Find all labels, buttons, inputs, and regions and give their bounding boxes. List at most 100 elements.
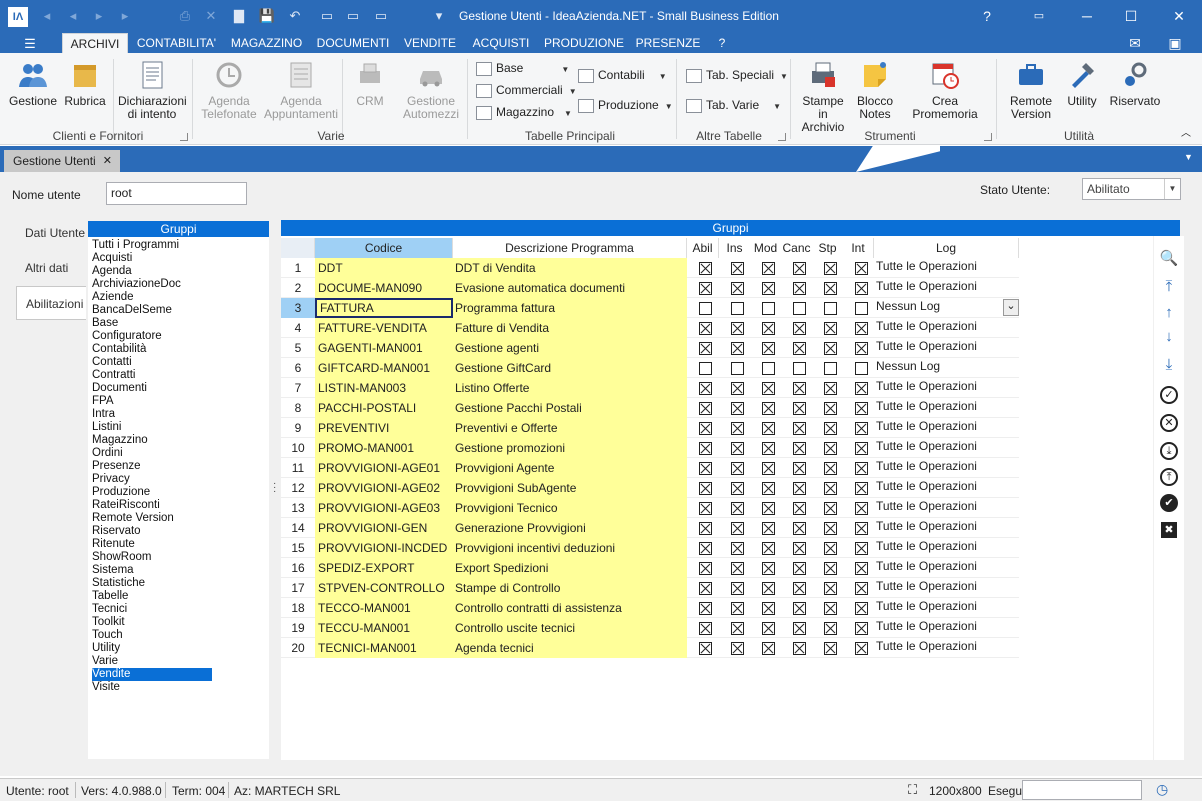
permission-checkbox[interactable] <box>793 282 806 295</box>
log-cell[interactable]: Tutte le Operazioni <box>874 558 1019 578</box>
permission-checkbox[interactable] <box>731 642 744 655</box>
column-header-stp[interactable]: Stp <box>812 238 844 258</box>
permission-checkbox[interactable] <box>762 422 775 435</box>
tab-contabilita[interactable]: CONTABILITA' <box>133 33 220 53</box>
crm-button[interactable]: CRM <box>350 59 390 108</box>
table-row[interactable]: 4 FATTURE-VENDITA Fatture di Vendita Tutte … <box>281 318 1019 338</box>
permission-checkbox[interactable] <box>731 462 744 475</box>
permission-checkbox[interactable] <box>762 542 775 555</box>
group-list-item[interactable]: Toolkit <box>92 616 125 629</box>
tab-documenti[interactable]: DOCUMENTI <box>313 33 393 53</box>
log-cell[interactable]: Tutte le Operazioni <box>874 538 1019 558</box>
blocco-notes-button[interactable]: Blocco Notes <box>854 59 896 121</box>
permission-checkbox[interactable] <box>762 322 775 335</box>
tab-archivi[interactable]: ARCHIVI <box>62 33 128 53</box>
permission-checkbox[interactable] <box>731 522 744 535</box>
permission-checkbox[interactable] <box>699 302 712 315</box>
permission-checkbox[interactable] <box>855 522 868 535</box>
permission-checkbox[interactable] <box>855 302 868 315</box>
permission-checkbox[interactable] <box>731 602 744 615</box>
table-row[interactable]: 8 PACCHI-POSTALI Gestione Pacchi Postali Tu… <box>281 398 1019 418</box>
permission-checkbox[interactable] <box>855 362 868 375</box>
permission-checkbox[interactable] <box>762 622 775 635</box>
codice-cell[interactable]: GIFTCARD-MAN001 <box>315 358 453 378</box>
group-list-item[interactable]: Produzione <box>92 486 150 499</box>
permission-checkbox[interactable] <box>762 602 775 615</box>
search-icon[interactable]: 🔍 <box>1154 248 1184 270</box>
log-cell[interactable]: Tutte le Operazioni <box>874 578 1019 598</box>
permission-checkbox[interactable] <box>731 442 744 455</box>
permission-checkbox[interactable] <box>731 422 744 435</box>
permission-checkbox[interactable] <box>731 622 744 635</box>
group-list-item[interactable]: Sistema <box>92 564 134 577</box>
table-row[interactable]: 15 PROVVIGIONI-INCDED Provvigioni incentiv… <box>281 538 1019 558</box>
group-list-item[interactable]: Agenda <box>92 265 132 278</box>
permission-checkbox[interactable] <box>699 482 712 495</box>
codice-cell[interactable]: SPEDIZ-EXPORT <box>315 558 453 578</box>
permission-checkbox[interactable] <box>855 622 868 635</box>
permission-checkbox[interactable] <box>855 582 868 595</box>
crea-promemoria-button[interactable]: Crea Promemoria <box>902 59 988 121</box>
permission-checkbox[interactable] <box>731 362 744 375</box>
log-cell[interactable]: Tutte le Operazioni <box>874 258 1019 278</box>
log-cell[interactable]: Tutte le Operazioni <box>874 418 1019 438</box>
permission-checkbox[interactable] <box>699 382 712 395</box>
table-row[interactable]: 11 PROVVIGIONI-AGE01 Provvigioni Agente Tut… <box>281 458 1019 478</box>
permission-checkbox[interactable] <box>762 262 775 275</box>
permission-checkbox[interactable] <box>824 442 837 455</box>
permission-checkbox[interactable] <box>855 562 868 575</box>
permission-checkbox[interactable] <box>699 362 712 375</box>
permission-checkbox[interactable] <box>699 342 712 355</box>
permission-checkbox[interactable] <box>824 622 837 635</box>
permission-checkbox[interactable] <box>793 602 806 615</box>
column-header-ins[interactable]: Ins <box>719 238 751 258</box>
codice-cell[interactable]: PROVVIGIONI-INCDED <box>315 538 453 558</box>
group-list-item[interactable]: Intra <box>92 408 115 421</box>
codice-cell[interactable]: PROVVIGIONI-GEN <box>315 518 453 538</box>
chevron-down-icon[interactable]: ▼ <box>1164 179 1180 199</box>
permission-checkbox[interactable] <box>731 322 744 335</box>
window-icon[interactable]: ▭ <box>372 7 390 25</box>
log-cell[interactable]: Tutte le Operazioni <box>874 458 1019 478</box>
permission-checkbox[interactable] <box>762 562 775 575</box>
table-row[interactable]: 3 FATTURA Programma fattura Nessun Log ⌄ <box>281 298 1019 318</box>
permission-checkbox[interactable] <box>855 482 868 495</box>
log-cell[interactable]: Tutte le Operazioni <box>874 438 1019 458</box>
group-list-item[interactable]: Varie <box>92 655 118 668</box>
group-list-item[interactable]: Ritenute <box>92 538 135 551</box>
permission-checkbox[interactable] <box>731 402 744 415</box>
permission-checkbox[interactable] <box>762 502 775 515</box>
group-list-item[interactable]: Aziende <box>92 291 134 304</box>
group-list-item[interactable]: BancaDelSeme <box>92 304 172 317</box>
group-list-item[interactable]: Statistiche <box>92 577 145 590</box>
permission-checkbox[interactable] <box>793 582 806 595</box>
log-cell[interactable]: Tutte le Operazioni <box>874 338 1019 358</box>
move-first-icon[interactable]: ⤒ <box>1154 276 1184 298</box>
minimize-button[interactable]: ─ <box>1064 0 1110 33</box>
group-list-item[interactable]: Contabilità <box>92 343 146 356</box>
codice-cell[interactable]: PACCHI-POSTALI <box>315 398 453 418</box>
undo-icon[interactable]: ↶ <box>286 7 304 25</box>
column-header-log[interactable]: Log <box>874 238 1019 258</box>
table-row[interactable]: 5 GAGENTI-MAN001 Gestione agenti Tutte le O… <box>281 338 1019 358</box>
group-list-item[interactable]: Tecnici <box>92 603 127 616</box>
group-list-item[interactable]: Remote Version <box>92 512 174 525</box>
group-list-item[interactable]: Configuratore <box>92 330 162 343</box>
codice-cell[interactable]: FATTURA <box>315 298 453 318</box>
nav-last-icon[interactable]: ▸ <box>116 7 134 25</box>
table-row[interactable]: 20 TECNICI-MAN001 Agenda tecnici Tutte le O… <box>281 638 1019 658</box>
table-row[interactable]: 9 PREVENTIVI Preventivi e Offerte Tutte le … <box>281 418 1019 438</box>
permission-checkbox[interactable] <box>793 422 806 435</box>
log-cell[interactable]: Tutte le Operazioni <box>874 478 1019 498</box>
permission-checkbox[interactable] <box>699 542 712 555</box>
permission-checkbox[interactable] <box>855 342 868 355</box>
group-list-item[interactable]: Privacy <box>92 473 130 486</box>
tab-dati-utente[interactable]: Dati Utente <box>16 216 86 250</box>
permission-checkbox[interactable] <box>824 542 837 555</box>
customize-dropdown-icon[interactable]: ▾ <box>430 7 448 25</box>
table-row[interactable]: 19 TECCU-MAN001 Controllo uscite tecnici Tu… <box>281 618 1019 638</box>
permission-checkbox[interactable] <box>824 582 837 595</box>
permission-checkbox[interactable] <box>855 542 868 555</box>
gestione-button[interactable]: Gestione <box>8 59 58 108</box>
permission-checkbox[interactable] <box>699 462 712 475</box>
